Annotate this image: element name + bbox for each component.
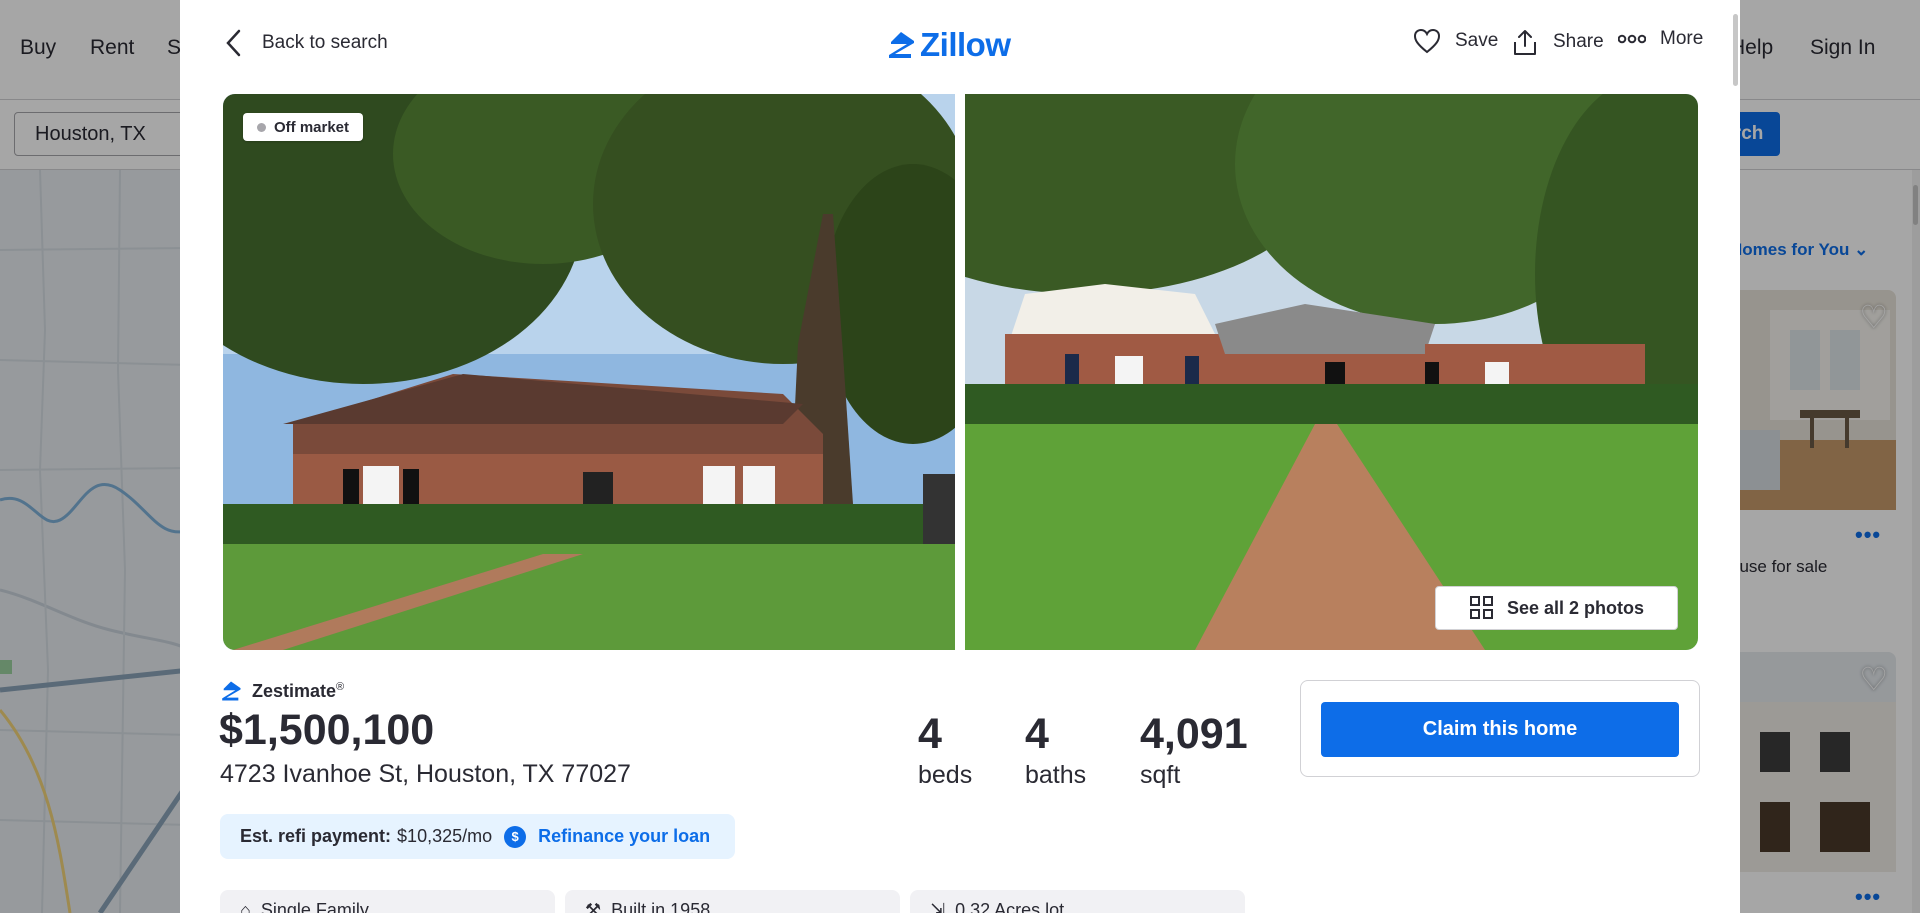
share-label: Share [1553,31,1604,52]
front-walkway-photo [965,94,1698,650]
beds-fact: 4 beds [918,710,972,792]
sqft-value: 4,091 [1140,710,1248,758]
more-label: More [1660,28,1704,49]
zillow-logo[interactable]: Zillow [886,26,1011,64]
zestimate-heading: Zestimate® [220,680,344,702]
address: 4723 Ivanhoe St, Houston, TX 77027 [220,760,631,788]
beds-label: beds [918,761,973,789]
chevron-left-icon [226,29,241,57]
heart-icon [1413,28,1441,54]
status-dot-icon [257,122,266,132]
back-to-search-label: Back to search [262,32,388,53]
house-front-photo [223,94,955,650]
zestimate-text: Zestimate [252,680,337,701]
save-button[interactable]: Save [1413,28,1498,54]
share-icon [1514,30,1536,55]
lot-size-label: 0.32 Acres lot [955,899,1065,913]
refi-label: Est. refi payment: [240,826,392,846]
home-icon: ⌂ [240,899,251,913]
status-badge-label: Off market [274,118,350,136]
zillow-logo-text: Zillow [920,26,1011,63]
see-all-photos-label: See all 2 photos [1506,597,1645,618]
home-photo-2[interactable] [965,94,1698,650]
beds-value: 4 [918,710,942,758]
registered-mark: ® [336,680,345,693]
baths-label: baths [1025,761,1087,789]
more-button[interactable]: More [1618,28,1703,50]
more-dots-icon [1618,34,1646,44]
ruler-icon: ⇲ [930,899,946,913]
status-badge: Off market [243,113,364,141]
back-to-search-button[interactable]: Back to search [224,28,388,58]
zestimate-label: Zestimate® [252,681,344,702]
share-button[interactable]: Share [1511,28,1604,56]
zillow-logo-icon [889,32,914,58]
hammer-icon: ⚒ [585,899,602,913]
home-photo-1[interactable] [223,94,955,650]
baths-fact: 4 baths [1025,710,1086,792]
sqft-fact: 4,091 sqft [1140,710,1248,792]
home-type-fact: ⌂ Single Family [220,890,555,913]
home-details-modal: Back to search Zillow Save Share More Of… [180,0,1740,913]
year-built-fact: ⚒ Built in 1958 [565,890,900,913]
baths-value: 4 [1025,710,1049,758]
zillow-z-icon [222,681,241,701]
claim-card: Claim this home [1300,680,1700,777]
save-label: Save [1455,30,1499,51]
refi-value: $10,325/mo [397,826,493,846]
home-type-label: Single Family [260,899,369,913]
price: $1,500,100 [219,706,435,754]
see-all-photos-button[interactable]: See all 2 photos [1435,586,1678,630]
refinance-link[interactable]: Refinance your loan [538,826,710,847]
refi-banner: Est. refi payment: $10,325/mo $ Refinanc… [220,814,735,859]
grid-icon [1469,596,1493,619]
year-built-label: Built in 1958 [611,899,711,913]
sqft-label: sqft [1140,761,1181,789]
dollar-icon: $ [504,825,527,848]
lot-size-fact: ⇲ 0.32 Acres lot [910,890,1245,913]
modal-scrollbar[interactable] [1733,14,1738,86]
claim-this-home-button[interactable]: Claim this home [1321,702,1679,757]
